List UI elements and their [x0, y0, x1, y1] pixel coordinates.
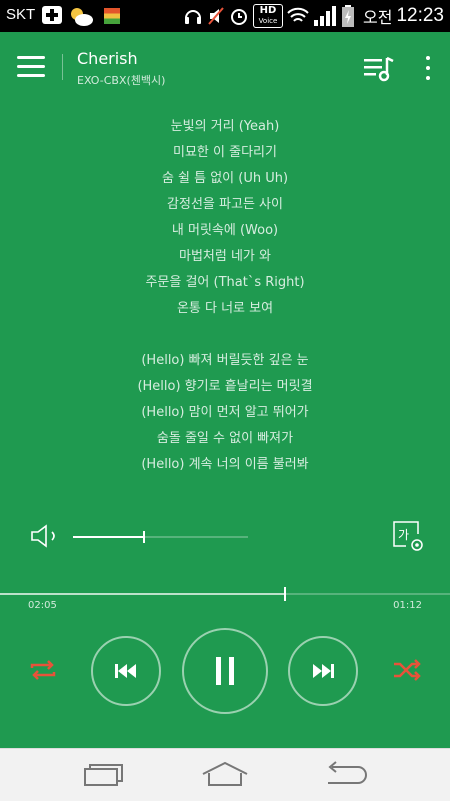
skip-next-icon [313, 664, 334, 678]
more-vertical-icon[interactable] [426, 56, 432, 82]
lyric-line: 내 머릿속에 (Woo) [171, 223, 279, 238]
pause-icon [216, 657, 234, 685]
lyric-line: 마법처럼 네가 와 [179, 249, 271, 264]
signal-icon [314, 6, 336, 26]
status-bar: SKT HD Voice 오전 12:23 [0, 0, 450, 32]
player-header: Cherish EXO-CBX(첸백시) [0, 32, 450, 102]
battery-icon [342, 5, 354, 27]
previous-button[interactable] [91, 636, 161, 706]
skip-previous-icon [115, 664, 136, 678]
headset-icon [185, 10, 201, 24]
ampm-label: 오전 [363, 8, 393, 27]
total-time: 01:12 [393, 600, 422, 611]
lyric-line: 주문을 걸어 (That`s Right) [145, 275, 305, 290]
lyric-line: 눈빛의 거리 (Yeah) [170, 119, 280, 134]
header-divider [62, 54, 63, 80]
lyric-line: 숨 쉴 틈 없이 (Uh Uh) [161, 171, 289, 186]
seek-knob[interactable] [284, 587, 286, 601]
lyric-line: 미묘한 이 줄다리기 [173, 145, 277, 160]
elapsed-time: 02:05 [28, 600, 57, 611]
lyric-settings-glyph: 가 [398, 528, 409, 542]
clock: 12:23 [396, 5, 444, 26]
hd-sub-label: Voice [258, 17, 278, 25]
lyric-line: 숨돌 줄일 수 없이 빠져가 [156, 431, 294, 446]
next-button[interactable] [288, 636, 358, 706]
status-icons: HD Voice 오전 12:23 [183, 4, 444, 28]
shuffle-icon[interactable] [392, 658, 422, 682]
mute-icon [208, 7, 224, 25]
lyric-settings-icon[interactable]: 가 [392, 520, 426, 554]
lyric-line: (Hello) 빠져 버릴듯한 깊은 눈 [141, 353, 309, 368]
carrier-label: SKT [6, 6, 36, 23]
wifi-icon [287, 7, 309, 22]
hd-voice-badge: HD Voice [253, 4, 283, 28]
lyric-gap [0, 322, 450, 348]
app-notification-icon [104, 8, 120, 24]
alarm-icon [231, 9, 247, 25]
lyric-line: 온통 다 너로 보여 [176, 301, 274, 316]
song-artist: EXO-CBX(첸백시) [77, 74, 166, 87]
volume-slider[interactable] [73, 531, 248, 543]
lyric-line: (Hello) 향기로 흩날리는 머릿결 [137, 379, 313, 394]
home-icon[interactable] [200, 759, 250, 789]
speaker-icon[interactable] [30, 523, 64, 549]
volume-knob[interactable] [143, 531, 145, 543]
song-title: Cherish [77, 49, 138, 68]
lyric-line: (Hello) 맘이 먼저 알고 뛰어가 [141, 405, 309, 420]
lyrics-panel: 눈빛의 거리 (Yeah) 미묘한 이 줄다리기 숨 쉴 틈 없이 (Uh Uh… [0, 114, 450, 478]
seek-bar[interactable] [0, 587, 450, 601]
seek-fill [0, 593, 284, 595]
playlist-icon[interactable] [362, 56, 396, 82]
hd-label: HD [259, 5, 277, 16]
weather-icon [71, 8, 93, 26]
back-icon[interactable] [322, 759, 370, 789]
recent-apps-icon[interactable] [82, 759, 126, 789]
lyric-line: (Hello) 계속 너의 이름 불러봐 [141, 457, 309, 472]
volume-fill [73, 536, 143, 538]
system-nav-bar [0, 748, 450, 801]
repeat-icon[interactable] [28, 658, 58, 682]
plus-notification-icon [42, 6, 62, 24]
hamburger-menu-icon[interactable] [17, 56, 45, 78]
lyric-line: 감정선을 파고든 사이 [167, 197, 283, 212]
pause-button[interactable] [182, 628, 268, 714]
